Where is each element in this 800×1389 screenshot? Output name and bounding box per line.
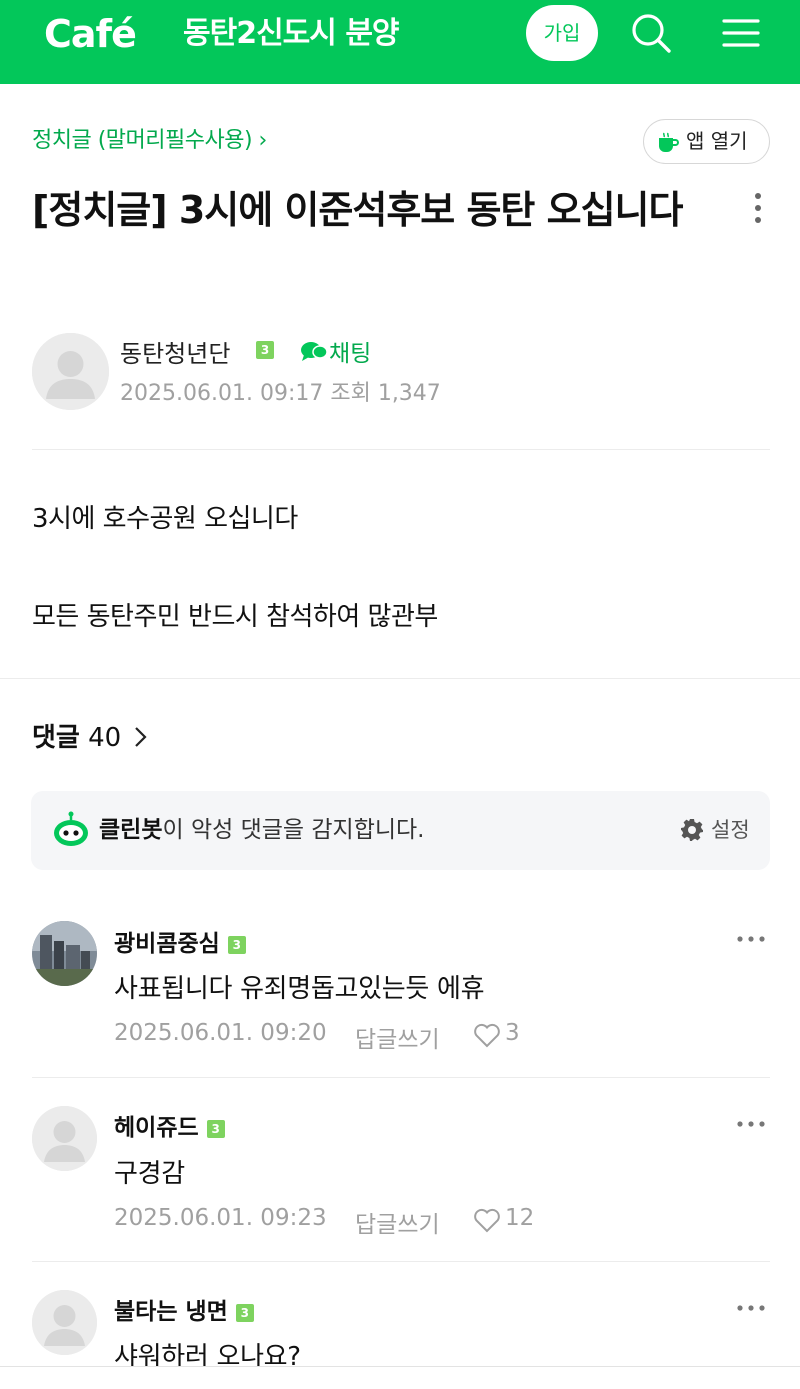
level-badge: 3	[227, 935, 246, 954]
cleanbot-name: 클린봇	[99, 817, 163, 843]
app-open-label: 앱 열기	[686, 129, 748, 153]
like-count: 3	[505, 1020, 520, 1046]
divider	[32, 1261, 770, 1262]
more-horizontal-icon[interactable]	[736, 1303, 766, 1313]
comment-avatar[interactable]	[32, 1106, 97, 1171]
comments-header[interactable]: 댓글 40	[32, 717, 149, 754]
menu-icon	[722, 19, 760, 47]
comments-label: 댓글	[32, 723, 80, 753]
profile-photo	[32, 921, 97, 986]
bot-icon	[54, 811, 88, 846]
reply-button[interactable]: 답글쓰기	[355, 1020, 440, 1054]
gear-icon[interactable]	[680, 818, 704, 842]
author-avatar[interactable]	[32, 333, 109, 410]
comment-author-name: 광비콤중심	[114, 931, 220, 957]
comment-author-name: 불타는 냉면	[114, 1299, 228, 1325]
cafe-name[interactable]: 동탄2신도시 분양	[183, 6, 400, 62]
cafe-logo[interactable]: Café	[44, 6, 137, 62]
bottom-bar	[0, 1367, 800, 1389]
comment-date: 2025.06.01. 09:20	[114, 1020, 327, 1046]
search-icon	[632, 14, 671, 53]
default-profile-icon	[32, 1106, 97, 1171]
menu-button[interactable]	[716, 8, 766, 58]
chat-icon	[301, 342, 328, 361]
app-open-button[interactable]: 앱 열기	[643, 119, 770, 164]
post-body-line: 모든 동탄주민 반드시 참석하여 많관부	[32, 602, 438, 632]
chevron-right-icon	[135, 727, 148, 747]
heart-icon	[474, 1208, 500, 1233]
cleanbot-notice: 클린봇이 악성 댓글을 감지합니다. 설정	[31, 791, 770, 870]
post-body-line: 3시에 호수공원 오십니다	[32, 504, 298, 534]
comment-author-name: 헤이쥬드	[114, 1115, 199, 1141]
default-profile-icon	[32, 333, 109, 410]
divider	[0, 678, 800, 679]
level-badge: 3	[235, 1303, 254, 1322]
author-name[interactable]: 동탄청년단	[120, 334, 230, 369]
heart-icon	[474, 1023, 500, 1048]
comment-author[interactable]: 헤이쥬드 3	[114, 1108, 225, 1142]
more-horizontal-icon[interactable]	[736, 934, 766, 944]
cup-icon	[659, 132, 679, 152]
top-bar: Café 동탄2신도시 분양 가입	[0, 0, 800, 84]
join-button[interactable]: 가입	[526, 5, 598, 61]
divider	[32, 1077, 770, 1078]
comment-date: 2025.06.01. 09:23	[114, 1205, 327, 1231]
more-horizontal-icon[interactable]	[736, 1119, 766, 1129]
default-profile-icon	[32, 1290, 97, 1355]
post-meta: 2025.06.01. 09:17 조회 1,347	[120, 381, 441, 406]
comment-avatar[interactable]	[32, 921, 97, 986]
cleanbot-text: 클린봇이 악성 댓글을 감지합니다.	[99, 791, 425, 870]
search-button[interactable]	[626, 8, 676, 58]
reply-button[interactable]: 답글쓰기	[355, 1205, 440, 1239]
post-title: [정치글] 3시에 이준석후보 동탄 오십니다	[32, 188, 683, 232]
divider	[32, 449, 770, 450]
like-count: 12	[505, 1205, 535, 1231]
post-more-button[interactable]	[748, 190, 768, 230]
chat-link[interactable]: 채팅	[329, 334, 371, 368]
more-vertical-icon	[755, 193, 761, 223]
board-link[interactable]: 정치글 (말머리필수사용) ›	[32, 122, 267, 154]
comments-count: 40	[88, 723, 122, 753]
level-badge: 3	[256, 341, 274, 359]
comment-author[interactable]: 광비콤중심 3	[114, 924, 246, 958]
comment-avatar[interactable]	[32, 1290, 97, 1355]
comment-text: 사표됩니다 유죄명돕고있는듯 에휴	[114, 974, 485, 1004]
comment-text: 구경감	[114, 1159, 185, 1189]
level-badge: 3	[206, 1119, 225, 1138]
cleanbot-settings-button[interactable]: 설정	[711, 791, 750, 870]
cleanbot-message: 이 악성 댓글을 감지합니다.	[162, 817, 425, 843]
comment-author[interactable]: 불타는 냉면 3	[114, 1292, 254, 1326]
